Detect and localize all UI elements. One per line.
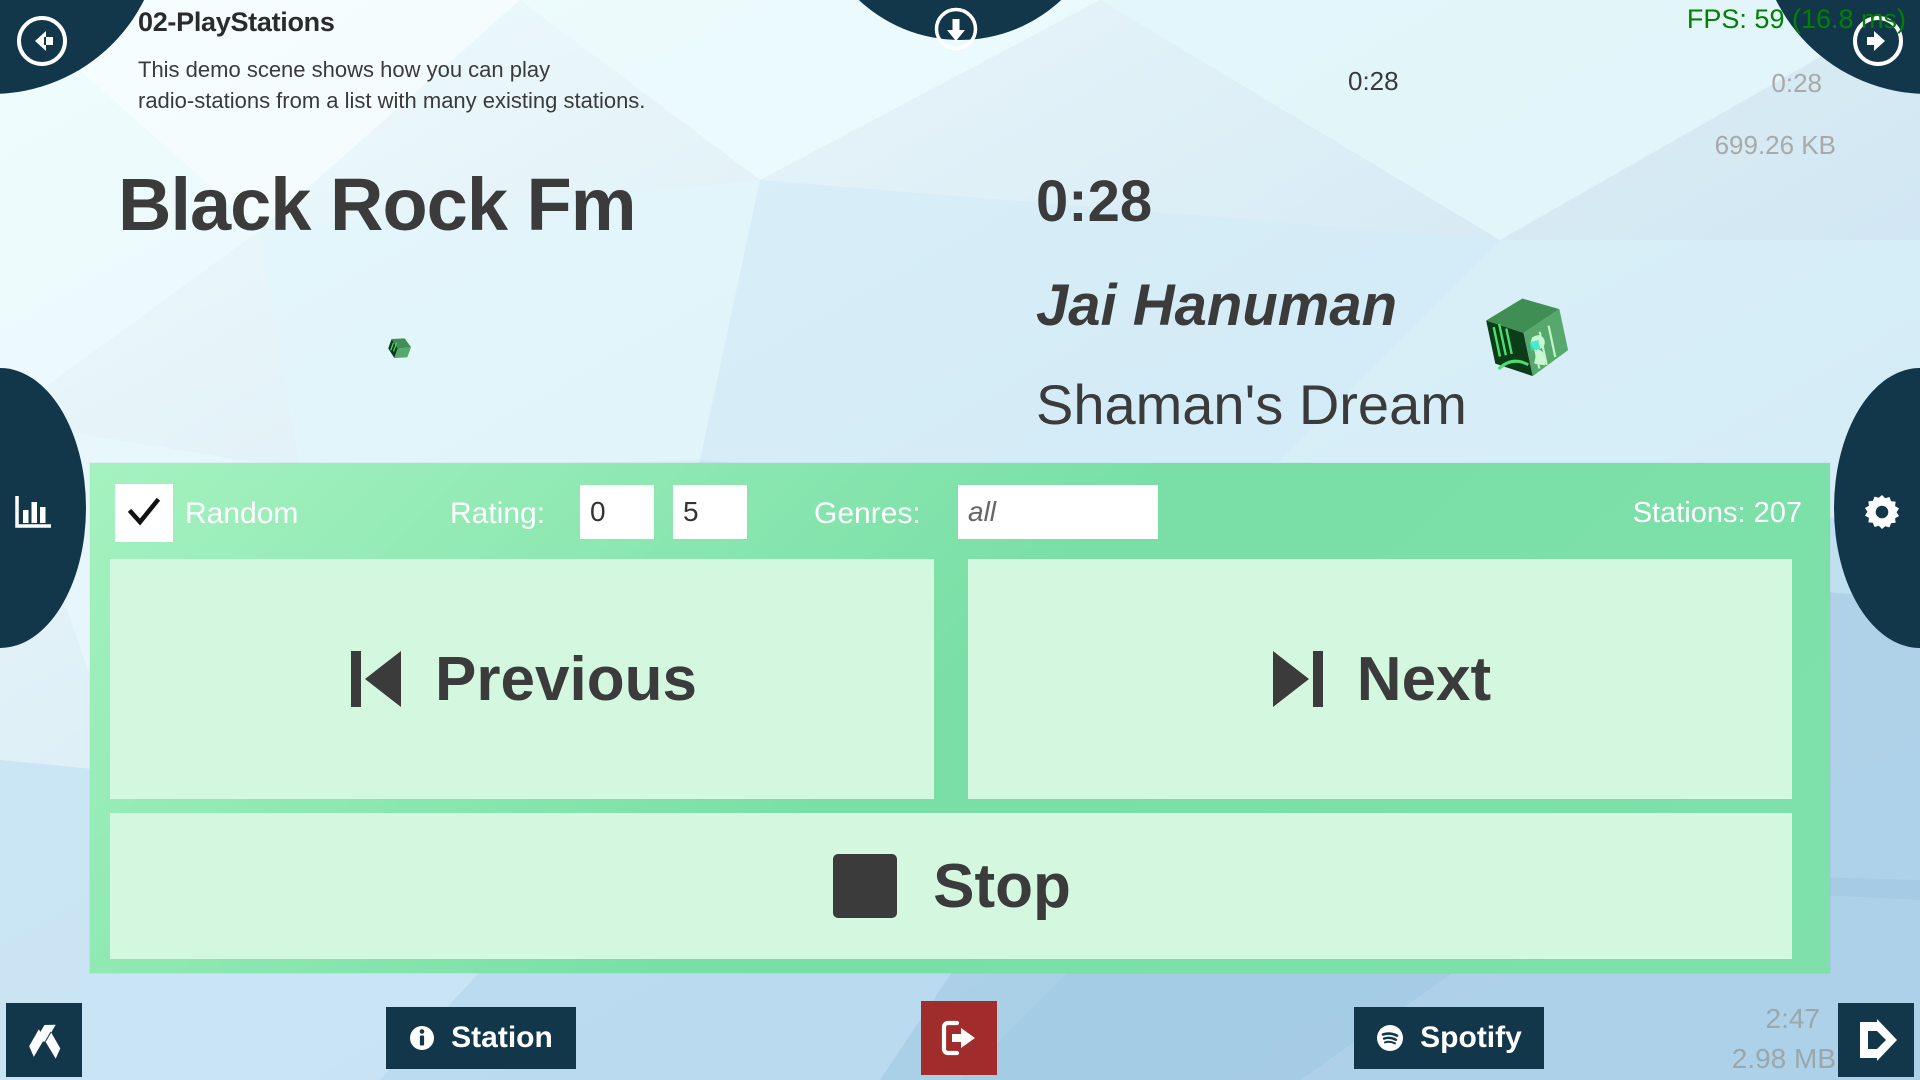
- previous-button[interactable]: Previous: [110, 559, 934, 799]
- mini-cube-sprite: [384, 333, 414, 363]
- scene-title: 02-PlayStations: [138, 7, 335, 37]
- station-button-label: Station: [451, 1021, 553, 1054]
- track-title: Jai Hanuman: [1036, 273, 1397, 338]
- info-icon: [410, 1026, 435, 1050]
- station-name: Black Rock Fm: [118, 163, 637, 246]
- track-elapsed-time: 0:28: [1036, 169, 1153, 234]
- spotify-button-label: Spotify: [1420, 1021, 1522, 1054]
- filter-row: Random Rating: Genres: Stations: 207: [90, 463, 1830, 543]
- previous-button-label: Previous: [435, 644, 697, 714]
- arrow-left-circle-icon: [17, 16, 67, 66]
- stop-square-icon: [833, 854, 898, 918]
- exit-button[interactable]: [921, 1001, 997, 1075]
- genres-input[interactable]: [958, 485, 1158, 539]
- skip-next-icon: [1272, 651, 1323, 707]
- bar-chart-icon: [15, 496, 51, 528]
- previous-scene-button[interactable]: [15, 14, 69, 68]
- stop-button[interactable]: Stop: [110, 813, 1792, 959]
- random-label: Random: [185, 497, 299, 530]
- overlay-total-time: 2:47: [1765, 1003, 1821, 1034]
- player-control-panel: Random Rating: Genres: Stations: 207 Pre…: [90, 463, 1830, 973]
- genres-label: Genres:: [814, 497, 921, 530]
- rating-label: Rating:: [450, 497, 546, 530]
- random-checkbox[interactable]: [115, 484, 173, 542]
- rating-max-input[interactable]: [673, 485, 747, 539]
- stop-button-label: Stop: [933, 851, 1071, 921]
- next-button-label: Next: [1356, 644, 1492, 714]
- station-button[interactable]: Station: [386, 1007, 576, 1069]
- overlay-memory-usage: 2.98 MB: [1731, 1043, 1836, 1074]
- settings-button[interactable]: [1858, 488, 1906, 536]
- statistics-button[interactable]: [12, 490, 56, 534]
- bracket-arrow-icon: [1860, 1019, 1897, 1061]
- spotify-button[interactable]: Spotify: [1354, 1007, 1544, 1069]
- gear-icon: [1865, 495, 1899, 529]
- app-root: 02-PlayStations This demo scene shows ho…: [0, 0, 1920, 1080]
- overlay-elapsed-time: 0:28: [1771, 68, 1822, 98]
- skip-previous-icon: [351, 651, 402, 707]
- spotify-icon: [1377, 1025, 1404, 1051]
- corner-logo: [1838, 1003, 1914, 1077]
- unity-logo: [6, 1003, 82, 1077]
- rating-min-input[interactable]: [580, 485, 654, 539]
- exit-icon: [941, 1020, 975, 1056]
- unity-logo-icon: [29, 1024, 61, 1059]
- arrow-down-circle-icon: [934, 7, 978, 51]
- download-button[interactable]: [933, 6, 979, 52]
- track-artist: Shaman's Dream: [1036, 373, 1467, 436]
- overlay-downloaded-size: 699.26 KB: [1714, 130, 1836, 160]
- spectrum-cube-sprite: [1472, 285, 1576, 385]
- fps-counter: FPS: 59 (16.8 ms): [1686, 4, 1906, 34]
- check-icon: [127, 497, 161, 526]
- stations-count: Stations: 207: [1632, 497, 1802, 529]
- scene-description: This demo scene shows how you can play r…: [138, 57, 646, 114]
- player-elapsed-small: 0:28: [1348, 66, 1399, 96]
- next-button[interactable]: Next: [968, 559, 1792, 799]
